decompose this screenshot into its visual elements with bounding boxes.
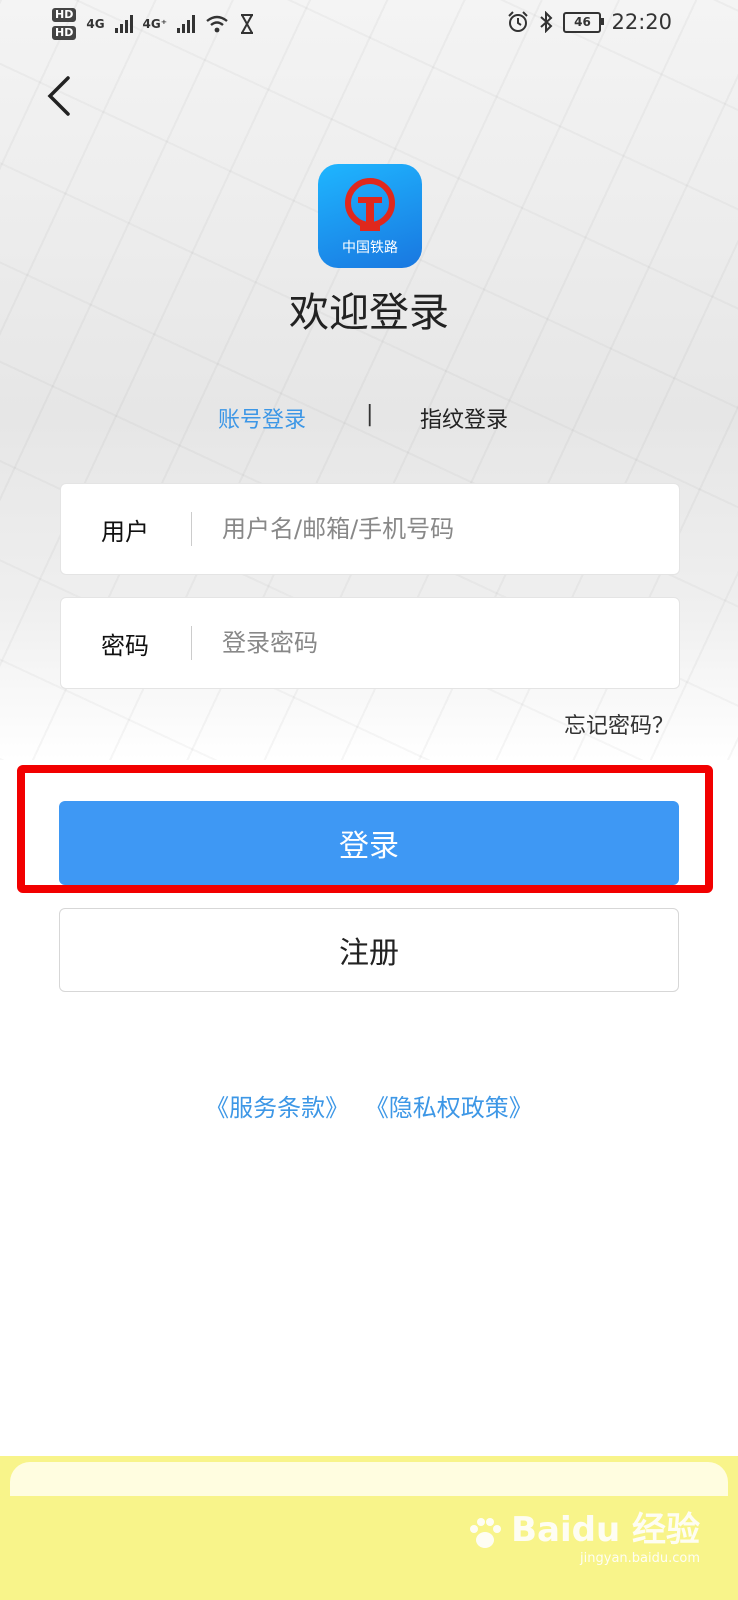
signal-icon bbox=[114, 15, 133, 33]
logo-text: 中国铁路 bbox=[342, 240, 398, 256]
username-input[interactable] bbox=[192, 514, 679, 544]
password-input[interactable] bbox=[192, 628, 679, 658]
hd-badge-2: HD bbox=[52, 26, 77, 40]
bottom-bar-inner bbox=[10, 1462, 728, 1496]
baidu-watermark: Baidu 经验 jingyan.baidu.com bbox=[465, 1502, 700, 1566]
page-title: 欢迎登录 bbox=[289, 290, 449, 336]
bottom-bar: Baidu 经验 jingyan.baidu.com bbox=[0, 1456, 738, 1600]
forgot-password-link[interactable]: 忘记密码？ bbox=[564, 708, 674, 740]
username-label: 用户 bbox=[101, 517, 149, 546]
clock: 22:20 bbox=[611, 10, 672, 34]
alarm-icon bbox=[508, 11, 529, 32]
password-label: 密码 bbox=[101, 631, 149, 660]
password-field[interactable]: 密码 bbox=[60, 597, 680, 689]
status-bar-left: HD HD 4G 4G⁺ bbox=[52, 8, 255, 40]
status-bar-right: 46 22:20 bbox=[507, 10, 672, 34]
watermark-text: 经验 bbox=[632, 1510, 700, 1550]
signal-icon bbox=[177, 15, 196, 33]
policy-links: 《服务条款》 《隐私权政策》 bbox=[0, 1088, 738, 1123]
back-icon[interactable] bbox=[44, 74, 74, 118]
privacy-policy-link[interactable]: 《隐私权政策》 bbox=[365, 1094, 533, 1122]
railway-logo-icon bbox=[345, 178, 395, 231]
paw-icon bbox=[470, 1518, 502, 1548]
network-type-2: 4G⁺ bbox=[142, 17, 168, 31]
terms-of-service-link[interactable]: 《服务条款》 bbox=[205, 1094, 349, 1122]
watermark-brand: Baidu bbox=[511, 1510, 621, 1550]
bluetooth-icon bbox=[540, 11, 553, 33]
wifi-icon bbox=[206, 15, 228, 33]
username-field[interactable]: 用户 bbox=[60, 483, 680, 575]
tab-fingerprint-login[interactable]: 指纹登录 bbox=[420, 402, 508, 434]
login-button[interactable]: 登录 bbox=[59, 801, 679, 885]
hd-badge-1: HD bbox=[52, 8, 77, 22]
tab-account-login[interactable]: 账号登录 bbox=[218, 402, 306, 434]
register-button[interactable]: 注册 bbox=[59, 908, 679, 992]
tab-separator: | bbox=[366, 402, 374, 427]
hourglass-icon bbox=[241, 14, 254, 34]
watermark-url: jingyan.baidu.com bbox=[580, 1551, 700, 1566]
app-logo: 中国铁路 bbox=[318, 164, 422, 268]
network-type-1: 4G bbox=[86, 17, 105, 31]
battery-icon: 46 bbox=[563, 11, 605, 33]
